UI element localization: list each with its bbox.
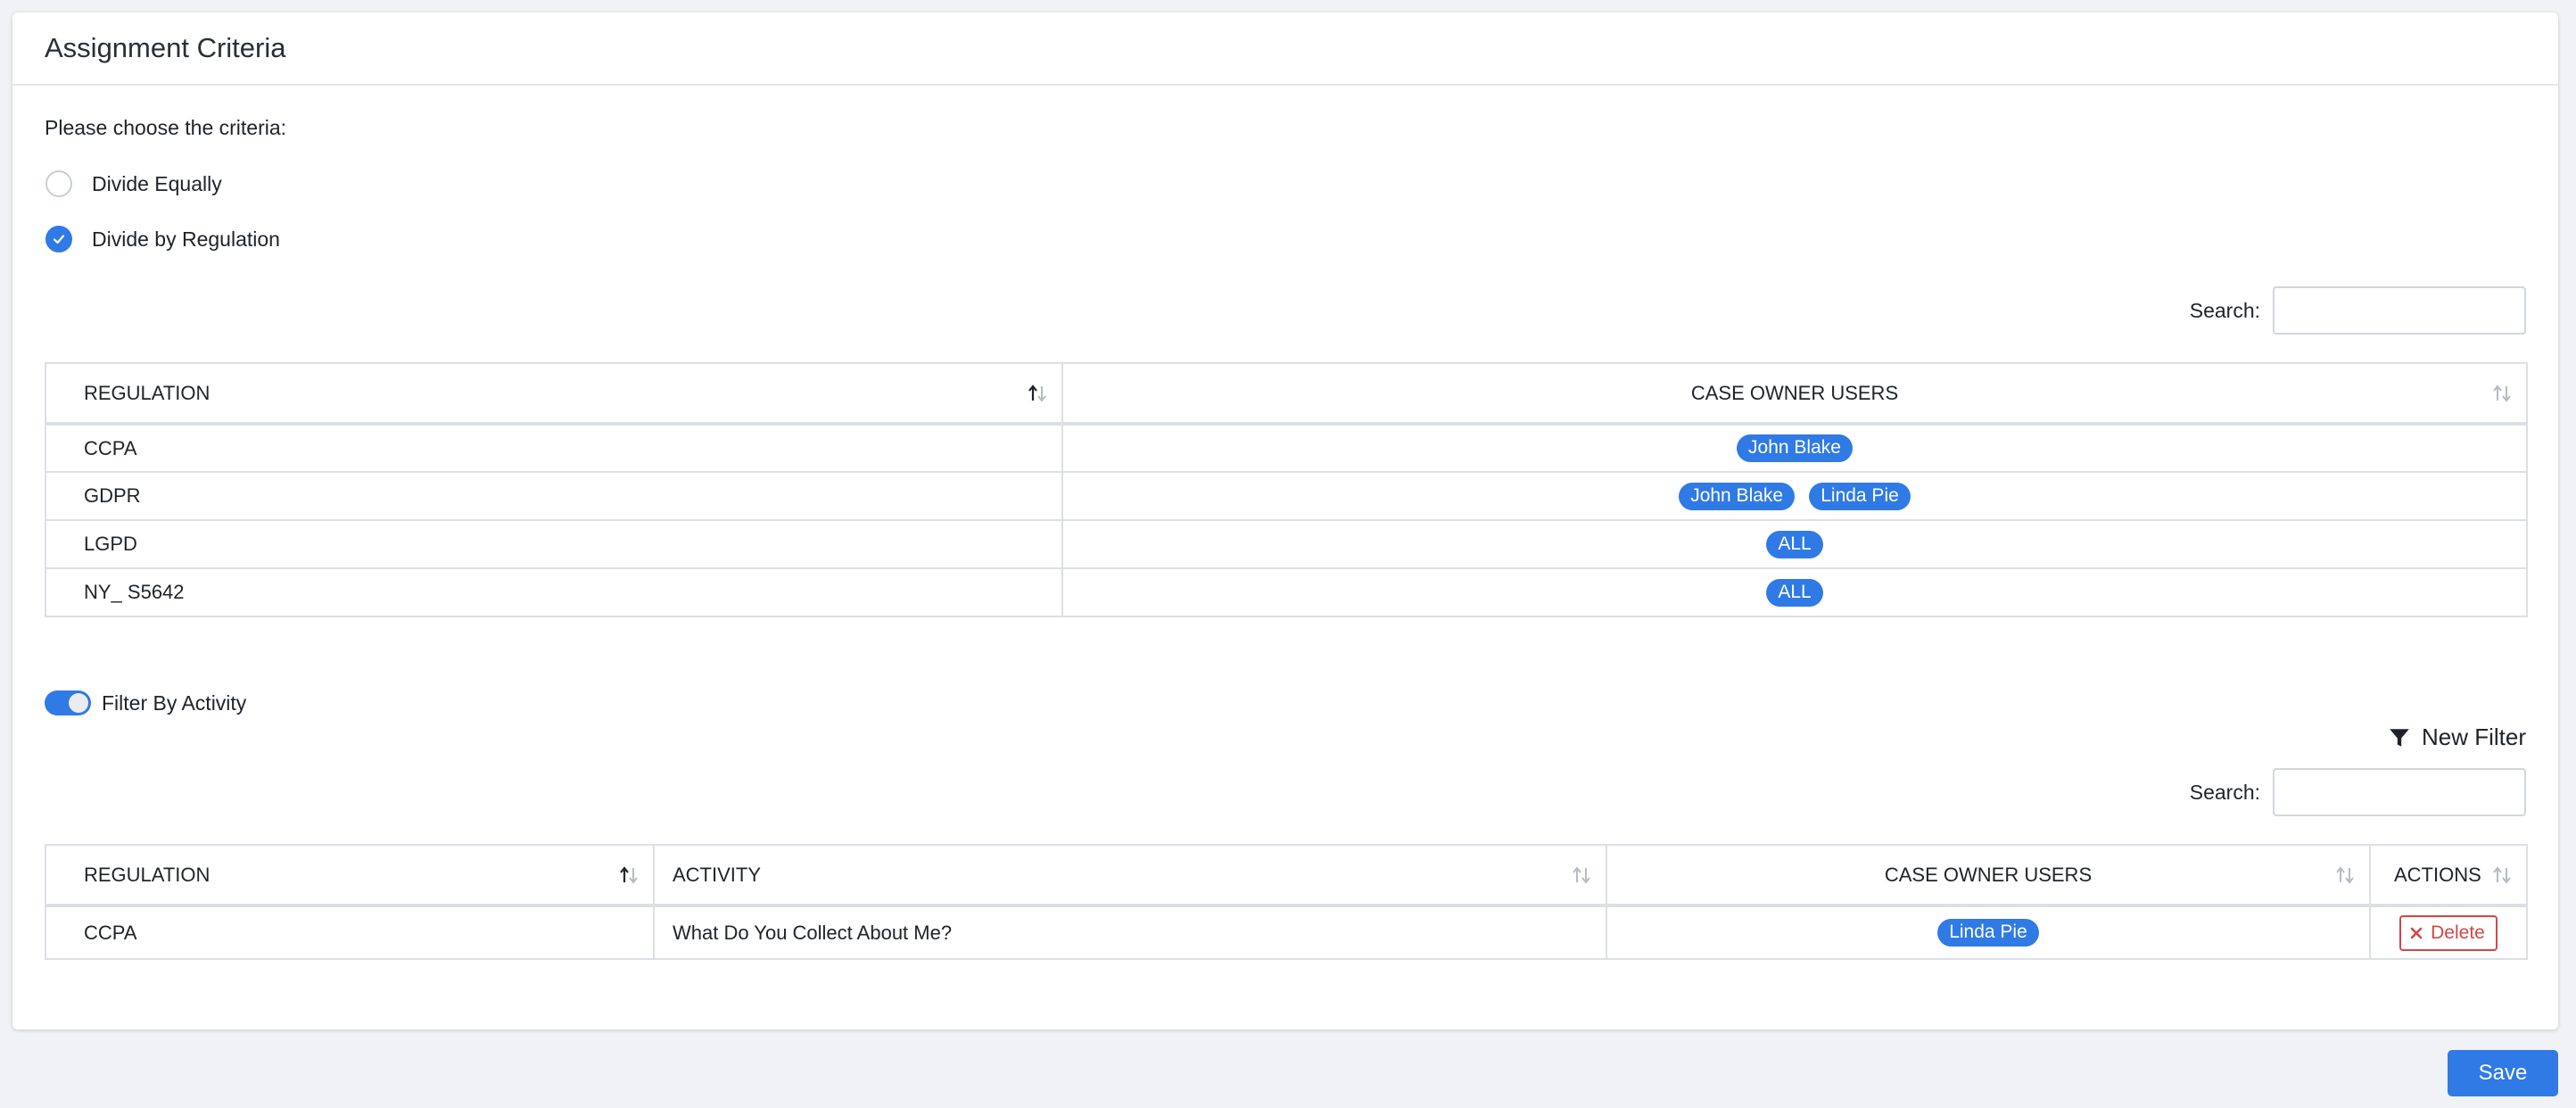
cell-regulation: GDPR: [45, 471, 1063, 521]
cell-regulation: CCPA: [45, 905, 655, 960]
column-header-activity[interactable]: ACTIVITY: [653, 844, 1607, 907]
sort-icon[interactable]: [2490, 865, 2514, 885]
user-badge: ALL: [1766, 578, 1823, 607]
toggle-knob: [69, 693, 88, 713]
radio-label: Divide Equally: [92, 171, 222, 195]
sort-asc-icon[interactable]: [1026, 384, 1049, 403]
filter-icon: [2390, 728, 2409, 747]
column-header-case-owner-users[interactable]: CASE OWNER USERS: [1061, 362, 2528, 426]
regulation-table: REGULATION CASE OWNER USERS CCPA John Bl…: [45, 362, 2528, 617]
activity-search-input[interactable]: [2273, 768, 2526, 816]
table-header-row: REGULATION CASE OWNER USERS: [45, 362, 2528, 426]
filter-by-activity: Filter By Activity: [45, 690, 246, 715]
table-header-row: REGULATION ACTIVITY CASE OWNER USERS ACT…: [45, 844, 2528, 907]
user-badge: John Blake: [1737, 434, 1853, 462]
regulation-search: Search:: [2190, 286, 2526, 335]
cell-users: ALL: [1061, 519, 2528, 569]
delete-button[interactable]: Delete: [2399, 914, 2498, 951]
delete-label: Delete: [2431, 922, 2485, 943]
sort-icon[interactable]: [2333, 865, 2357, 885]
user-badge: Linda Pie: [1937, 919, 2039, 947]
sort-asc-icon[interactable]: [617, 865, 640, 885]
filter-by-activity-toggle[interactable]: [45, 690, 91, 715]
user-badge: John Blake: [1679, 482, 1796, 510]
check-icon: [53, 235, 65, 244]
toggle-label: Filter By Activity: [102, 690, 247, 715]
card-header: Assignment Criteria: [12, 12, 2558, 86]
cell-users: ALL: [1061, 567, 2528, 617]
radio-circle[interactable]: [45, 170, 72, 197]
sort-icon[interactable]: [2490, 384, 2514, 403]
cell-regulation: NY_ S5642: [45, 567, 1063, 617]
user-badge: Linda Pie: [1809, 482, 1911, 510]
new-filter-button[interactable]: New Filter: [2388, 724, 2526, 751]
radio-divide-by-regulation[interactable]: Divide by Regulation: [45, 226, 280, 252]
table-row: GDPR John Blake Linda Pie: [45, 471, 2528, 521]
table-row: LGPD ALL: [45, 519, 2528, 569]
close-icon: [2410, 927, 2423, 938]
activity-search: Search:: [2190, 768, 2526, 816]
table-row: CCPA John Blake: [45, 423, 2528, 473]
search-label: Search:: [2189, 780, 2260, 804]
cell-regulation: CCPA: [45, 423, 1063, 473]
new-filter-label: New Filter: [2421, 724, 2526, 750]
save-button[interactable]: Save: [2448, 1050, 2558, 1096]
radio-label: Divide by Regulation: [92, 227, 280, 251]
cell-users: John Blake: [1061, 423, 2528, 473]
table-row: NY_ S5642 ALL: [45, 567, 2528, 617]
radio-circle-checked[interactable]: [45, 226, 72, 252]
activity-table: REGULATION ACTIVITY CASE OWNER USERS ACT…: [45, 844, 2528, 960]
cell-actions: Delete: [2369, 905, 2528, 960]
column-header-regulation[interactable]: REGULATION: [45, 844, 655, 907]
cell-users: John Blake Linda Pie: [1061, 471, 2528, 521]
user-badge: ALL: [1766, 530, 1823, 558]
column-header-case-owner-users[interactable]: CASE OWNER USERS: [1606, 844, 2371, 907]
card-title: Assignment Criteria: [45, 32, 286, 63]
assignment-criteria-card: Assignment Criteria Please choose the cr…: [12, 12, 2558, 1029]
cell-regulation: LGPD: [45, 519, 1063, 569]
column-header-regulation[interactable]: REGULATION: [45, 362, 1063, 426]
criteria-prompt: Please choose the criteria:: [45, 116, 287, 139]
search-label: Search:: [2189, 298, 2260, 322]
sort-icon[interactable]: [1570, 865, 1593, 885]
cell-activity: What Do You Collect About Me?: [653, 905, 1607, 960]
regulation-search-input[interactable]: [2273, 286, 2526, 335]
cell-users: Linda Pie: [1606, 905, 2371, 960]
radio-divide-equally[interactable]: Divide Equally: [45, 170, 222, 197]
table-row: CCPA What Do You Collect About Me? Linda…: [45, 905, 2528, 960]
column-header-actions[interactable]: ACTIONS: [2369, 844, 2528, 907]
